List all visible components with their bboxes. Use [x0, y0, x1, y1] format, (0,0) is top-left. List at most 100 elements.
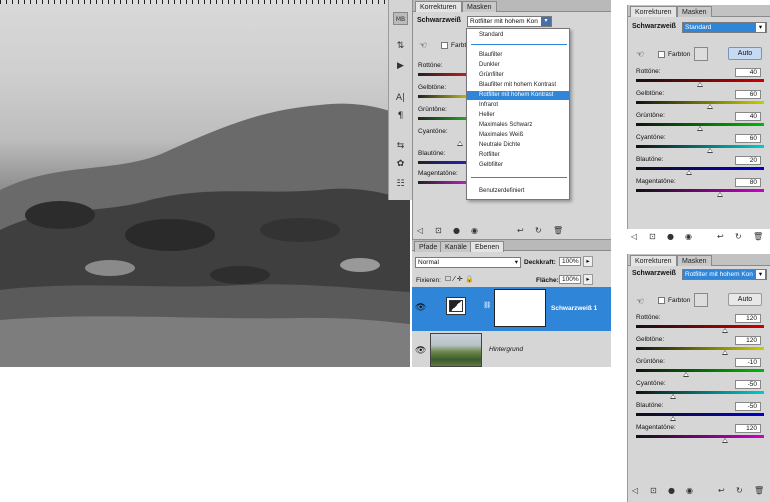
- preset-select[interactable]: Standard ▾: [682, 22, 767, 33]
- dropdown-item-heller[interactable]: Heller: [467, 111, 569, 120]
- slider-track-gelb[interactable]: [418, 95, 468, 98]
- slider-track-rot[interactable]: [418, 73, 468, 76]
- dropdown-item-standard[interactable]: Standard: [467, 31, 569, 40]
- tab-kanaele[interactable]: Kanäle: [440, 241, 472, 252]
- info-icon[interactable]: ☷: [393, 178, 408, 191]
- trash-icon[interactable]: 🗑: [553, 226, 563, 235]
- slider-value[interactable]: 60: [735, 134, 761, 143]
- hand-tool-icon[interactable]: ☜: [636, 296, 644, 307]
- blend-mode-select[interactable]: Normal ▾: [415, 257, 521, 268]
- slider-knob[interactable]: [683, 372, 689, 377]
- hand-tool-icon[interactable]: ☜: [636, 49, 644, 60]
- fill-arrow-icon[interactable]: ▸: [583, 274, 593, 285]
- slider-track[interactable]: [636, 167, 764, 170]
- adjustments-icon[interactable]: ⇆: [393, 140, 408, 153]
- previous-state-icon[interactable]: ↩: [717, 232, 724, 241]
- clone-source-icon[interactable]: ✿: [393, 158, 408, 171]
- auto-button[interactable]: Auto: [728, 47, 762, 60]
- hand-tool-icon[interactable]: ☜: [419, 40, 427, 51]
- visibility-icon[interactable]: ◉: [471, 226, 478, 235]
- slider-value[interactable]: -10: [735, 358, 761, 367]
- history-icon[interactable]: ⇅: [393, 40, 408, 53]
- slider-track-blau[interactable]: [418, 161, 468, 164]
- tab-korrekturen[interactable]: Korrekturen: [630, 255, 677, 266]
- back-icon[interactable]: ◁: [632, 486, 638, 495]
- tab-korrekturen[interactable]: Korrekturen: [630, 6, 677, 17]
- slider-knob[interactable]: [722, 350, 728, 355]
- actions-icon[interactable]: ▶: [393, 60, 408, 73]
- slider-track[interactable]: [636, 189, 764, 192]
- dropdown-item-gruenfilter[interactable]: Grünfilter: [467, 71, 569, 80]
- slider-knob[interactable]: [670, 416, 676, 421]
- slider-value[interactable]: -50: [735, 402, 761, 411]
- slider-value[interactable]: 40: [735, 68, 761, 77]
- previous-state-icon[interactable]: ↩: [718, 486, 725, 495]
- slider-knob[interactable]: [697, 126, 703, 131]
- slider-value[interactable]: 40: [735, 112, 761, 121]
- opacity-arrow-icon[interactable]: ▸: [583, 256, 593, 267]
- dropdown-item-neutrale-dichte[interactable]: Neutrale Dichte: [467, 141, 569, 150]
- slider-track[interactable]: [636, 369, 764, 372]
- tab-masken[interactable]: Masken: [462, 1, 497, 12]
- expand-view-icon[interactable]: ⊡: [649, 232, 656, 241]
- slider-track[interactable]: [636, 325, 764, 328]
- slider-track[interactable]: [636, 391, 764, 394]
- farbton-checkbox[interactable]: [441, 42, 448, 49]
- slider-track[interactable]: [636, 145, 764, 148]
- slider-knob[interactable]: [670, 394, 676, 399]
- slider-knob-cyan[interactable]: [457, 141, 463, 146]
- expand-view-icon[interactable]: ⊡: [435, 226, 442, 235]
- slider-knob[interactable]: [707, 148, 713, 153]
- previous-state-icon[interactable]: ↩: [517, 226, 524, 235]
- slider-value[interactable]: 120: [735, 314, 761, 323]
- slider-value[interactable]: 20: [735, 156, 761, 165]
- link-icon[interactable]: ⛓: [483, 301, 491, 309]
- dropdown-item-dunkler[interactable]: Dunkler: [467, 61, 569, 70]
- trash-icon[interactable]: 🗑: [753, 232, 763, 241]
- slider-track[interactable]: [636, 435, 764, 438]
- reset-icon[interactable]: ↻: [736, 486, 743, 495]
- slider-value[interactable]: 80: [735, 178, 761, 187]
- visibility-icon[interactable]: ◉: [686, 486, 693, 495]
- dropdown-item-max-schwarz[interactable]: Maximales Schwarz: [467, 121, 569, 130]
- clip-layer-icon[interactable]: ●: [453, 226, 460, 235]
- dropdown-item-gelbfilter[interactable]: Gelbfilter: [467, 161, 569, 170]
- chevron-down-icon[interactable]: ▾: [541, 17, 551, 26]
- preset-select[interactable]: Rotfilter mit hohem Kon ▾: [682, 269, 767, 280]
- slider-value[interactable]: 60: [735, 90, 761, 99]
- histogram-icon[interactable]: MB: [393, 12, 408, 25]
- preset-select[interactable]: Rotfilter mit hohem Kon ▾: [467, 16, 552, 27]
- layer-mask-thumbnail[interactable]: [494, 289, 546, 327]
- tab-korrekturen[interactable]: Korrekturen: [415, 1, 462, 12]
- layer-row-hintergrund[interactable]: 👁 Hintergrund: [412, 331, 611, 375]
- back-icon[interactable]: ◁: [417, 226, 423, 235]
- expand-view-icon[interactable]: ⊡: [650, 486, 657, 495]
- lock-icons[interactable]: ☐ ⁄ ✛ 🔒: [445, 275, 474, 283]
- dropdown-item-rotfilter[interactable]: Rotfilter: [467, 151, 569, 160]
- slider-track[interactable]: [636, 413, 764, 416]
- slider-knob[interactable]: [686, 170, 692, 175]
- slider-track[interactable]: [636, 101, 764, 104]
- eye-icon[interactable]: 👁: [415, 302, 426, 313]
- farbton-checkbox[interactable]: [658, 51, 665, 58]
- slider-knob[interactable]: [717, 192, 723, 197]
- back-icon[interactable]: ◁: [631, 232, 637, 241]
- slider-knob[interactable]: [722, 438, 728, 443]
- fill-field[interactable]: 100%: [559, 275, 581, 284]
- slider-value[interactable]: 120: [735, 424, 761, 433]
- clip-layer-icon[interactable]: ●: [667, 232, 674, 241]
- clip-layer-icon[interactable]: ●: [668, 486, 675, 495]
- slider-value[interactable]: -50: [735, 380, 761, 389]
- photo-canvas[interactable]: [0, 0, 410, 367]
- slider-knob[interactable]: [722, 328, 728, 333]
- dropdown-item-max-weiss[interactable]: Maximales Weiß: [467, 131, 569, 140]
- slider-track[interactable]: [636, 347, 764, 350]
- eye-icon[interactable]: 👁: [415, 345, 426, 356]
- tab-pfade[interactable]: Pfade: [414, 241, 443, 252]
- trash-icon[interactable]: 🗑: [754, 486, 764, 495]
- slider-track-gruen[interactable]: [418, 117, 468, 120]
- reset-icon[interactable]: ↻: [535, 226, 542, 235]
- dropdown-item-rotfilter-kontrast[interactable]: Rotfilter mit hohem Kontrast: [467, 91, 569, 100]
- character-icon[interactable]: A|: [393, 92, 408, 105]
- dropdown-item-blaufilter[interactable]: Blaufilter: [467, 51, 569, 60]
